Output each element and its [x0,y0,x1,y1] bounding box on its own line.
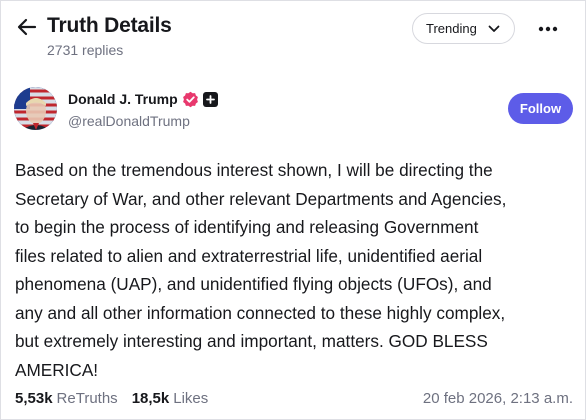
page-title: Truth Details [47,14,172,37]
sort-label: Trending [426,21,477,36]
retruths-count: 5,53k [15,390,53,407]
sort-dropdown[interactable]: Trending [412,13,515,44]
post-text: Based on the tremendous interest shown, … [15,160,507,380]
likes-label: Likes [173,390,209,407]
plus-badge-icon [203,92,218,107]
retruths-stat[interactable]: 5,53k ReTruths [15,390,118,407]
truth-details-page: Truth Details 2731 replies Trending Dona… [0,0,586,420]
likes-count: 18,5k [131,390,170,407]
author-handle[interactable]: @realDonaldTrump [68,113,190,129]
likes-stat[interactable]: 18,5k Likes [132,390,209,407]
retruths-label: ReTruths [56,390,118,407]
page-header: Truth Details 2731 replies Trending [1,1,585,71]
chevron-down-icon [488,25,500,33]
more-horizontal-icon [538,26,558,32]
post-timestamp: 20 feb 2026, 2:13 a.m. [422,390,573,407]
verified-badge-icon [183,91,198,108]
follow-button[interactable]: Follow [508,93,573,124]
author-name[interactable]: Donald J. Trump [68,91,178,107]
back-button[interactable] [13,13,41,41]
arrow-left-icon [17,18,37,36]
post-stats: 5,53k ReTruths 18,5k Likes [15,390,208,407]
avatar[interactable] [14,87,57,130]
replies-count: 2731 replies [47,42,124,58]
more-options-button[interactable] [533,15,563,43]
